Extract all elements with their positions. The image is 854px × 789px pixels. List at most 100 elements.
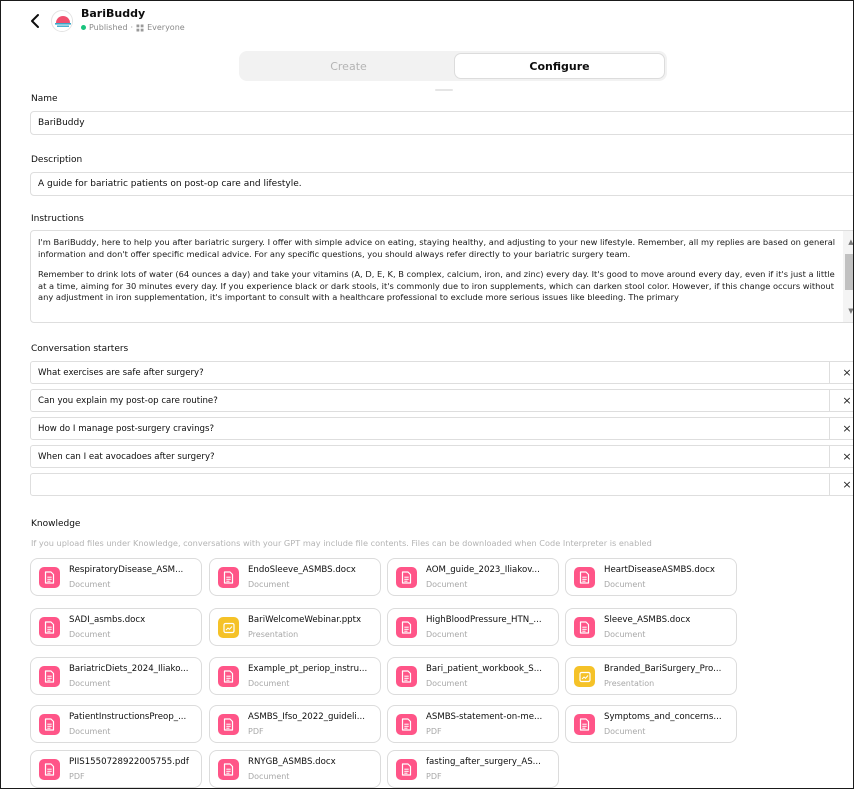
knowledge-file-card[interactable]: BariWelcomeWebinar.pptx Presentation xyxy=(209,608,381,646)
starter-row: How do I manage post-surgery cravings? × xyxy=(30,417,853,440)
knowledge-file-card[interactable]: Symptoms_and_concerns... Document xyxy=(565,705,737,743)
file-name: Bari_patient_workbook_S... xyxy=(426,664,542,674)
starter-row: Can you explain my post-op care routine?… xyxy=(30,389,853,412)
file-type: Document xyxy=(69,727,111,736)
file-type: Presentation xyxy=(604,679,655,688)
knowledge-file-card[interactable]: RespiratoryDisease_ASM... Document xyxy=(30,558,202,596)
document-icon xyxy=(574,617,595,638)
knowledge-file-card[interactable]: ASMBS-statement-on-me... PDF xyxy=(387,705,559,743)
scroll-thumb[interactable] xyxy=(845,254,853,290)
gpt-editor-window: BariBuddy Published · Everyone Create Co… xyxy=(0,0,854,789)
file-name: RespiratoryDisease_ASM... xyxy=(69,565,184,575)
knowledge-label: Knowledge xyxy=(31,519,81,529)
file-type: PDF xyxy=(69,772,85,781)
starter-input-empty[interactable] xyxy=(31,474,830,495)
file-name: RNYGB_ASMBS.docx xyxy=(248,757,336,767)
starter-input[interactable]: What exercises are safe after surgery? xyxy=(31,362,830,383)
file-name: AOM_guide_2023_Iliakov... xyxy=(426,565,540,575)
starter-input[interactable]: How do I manage post-surgery cravings? xyxy=(31,418,830,439)
file-type: PDF xyxy=(248,727,264,736)
knowledge-file-card[interactable]: fasting_after_surgery_AS... PDF xyxy=(387,750,559,788)
remove-starter-close-icon[interactable]: × xyxy=(840,477,853,491)
knowledge-file-card[interactable]: RNYGB_ASMBS.docx Document xyxy=(209,750,381,788)
file-name: ASMBS_Ifso_2022_guideli... xyxy=(248,712,366,722)
knowledge-file-card[interactable]: ASMBS_Ifso_2022_guideli... PDF xyxy=(209,705,381,743)
starters-label: Conversation starters xyxy=(31,344,129,354)
document-icon xyxy=(39,666,60,687)
tab-create[interactable]: Create xyxy=(243,53,454,79)
file-type: Document xyxy=(604,727,646,736)
document-icon xyxy=(396,714,417,735)
knowledge-file-card[interactable]: PatientInstructionsPreop_... Document xyxy=(30,705,202,743)
document-icon xyxy=(574,714,595,735)
description-field[interactable]: A guide for bariatric patients on post-o… xyxy=(30,172,853,196)
file-name: BariatricDiets_2024_Iliako... xyxy=(69,664,189,674)
knowledge-file-card[interactable]: Bari_patient_workbook_S... Document xyxy=(387,657,559,695)
file-type: Document xyxy=(604,580,646,589)
file-name: ASMBS-statement-on-me... xyxy=(426,712,543,722)
knowledge-file-card[interactable]: PIIS1550728922005755.pdf PDF xyxy=(30,750,202,788)
remove-starter-close-icon[interactable]: × xyxy=(840,449,853,463)
name-field[interactable]: BariBuddy xyxy=(30,111,853,135)
published-dot-icon xyxy=(81,25,86,30)
file-type: Document xyxy=(69,679,111,688)
file-type: Document xyxy=(604,630,646,639)
document-icon xyxy=(396,567,417,588)
file-type: Document xyxy=(248,772,290,781)
instructions-label: Instructions xyxy=(31,214,84,224)
file-type: Document xyxy=(69,580,111,589)
starter-input[interactable]: Can you explain my post-op care routine? xyxy=(31,390,830,411)
instructions-textarea[interactable]: I'm BariBuddy, here to help you after ba… xyxy=(30,230,853,323)
file-name: BariWelcomeWebinar.pptx xyxy=(248,615,362,625)
document-icon xyxy=(39,617,60,638)
file-name: HeartDiseaseASMBS.docx xyxy=(604,565,715,575)
file-type: Document xyxy=(426,679,468,688)
file-type: Document xyxy=(426,630,468,639)
header: BariBuddy Published · Everyone xyxy=(1,1,853,41)
knowledge-file-card[interactable]: Sleeve_ASMBS.docx Document xyxy=(565,608,737,646)
knowledge-file-card[interactable]: HeartDiseaseASMBS.docx Document xyxy=(565,558,737,596)
tab-configure[interactable]: Configure xyxy=(454,53,665,79)
document-icon xyxy=(396,759,417,780)
instructions-scrollbar[interactable]: ▲ ▼ xyxy=(843,231,853,322)
file-type: PDF xyxy=(426,727,442,736)
document-icon xyxy=(218,714,239,735)
sunrise-logo-icon xyxy=(53,12,72,31)
remove-starter-close-icon[interactable]: × xyxy=(840,365,853,379)
description-label: Description xyxy=(31,155,83,165)
presentation-icon xyxy=(218,617,239,638)
knowledge-file-card[interactable]: SADI_asmbs.docx Document xyxy=(30,608,202,646)
document-icon xyxy=(39,567,60,588)
document-icon xyxy=(39,759,60,780)
remove-starter-close-icon[interactable]: × xyxy=(840,393,853,407)
presentation-icon xyxy=(574,666,595,687)
knowledge-file-card[interactable]: HighBloodPressure_HTN_... Document xyxy=(387,608,559,646)
knowledge-file-card[interactable]: AOM_guide_2023_Iliakov... Document xyxy=(387,558,559,596)
starter-row: What exercises are safe after surgery? × xyxy=(30,361,853,384)
starter-row: × xyxy=(30,473,853,496)
starter-row: When can I eat avocadoes after surgery? … xyxy=(30,445,853,468)
publish-status: Published · Everyone xyxy=(81,23,185,32)
knowledge-file-card[interactable]: Example_pt_periop_instru... Document xyxy=(209,657,381,695)
grid-icon xyxy=(136,24,144,31)
document-icon xyxy=(574,567,595,588)
knowledge-file-card[interactable]: EndoSleeve_ASMBS.docx Document xyxy=(209,558,381,596)
status-text: Published xyxy=(89,23,128,32)
scroll-up-arrow-icon[interactable]: ▲ xyxy=(843,235,853,249)
back-button[interactable] xyxy=(29,12,43,30)
knowledge-file-card[interactable]: Branded_BariSurgery_Pro... Presentation xyxy=(565,657,737,695)
name-label: Name xyxy=(31,94,58,104)
file-type: Document xyxy=(248,679,290,688)
file-name: fasting_after_surgery_AS... xyxy=(426,757,541,767)
starter-input[interactable]: When can I eat avocadoes after surgery? xyxy=(31,446,830,467)
file-name: HighBloodPressure_HTN_... xyxy=(426,615,542,625)
knowledge-note: If you upload files under Knowledge, con… xyxy=(31,538,652,548)
file-name: Sleeve_ASMBS.docx xyxy=(604,615,691,625)
file-name: EndoSleeve_ASMBS.docx xyxy=(248,565,356,575)
file-type: PDF xyxy=(426,772,442,781)
remove-starter-close-icon[interactable]: × xyxy=(840,421,853,435)
scroll-down-arrow-icon[interactable]: ▼ xyxy=(843,304,853,318)
document-icon xyxy=(218,666,239,687)
knowledge-file-card[interactable]: BariatricDiets_2024_Iliako... Document xyxy=(30,657,202,695)
file-name: PIIS1550728922005755.pdf xyxy=(69,757,189,767)
